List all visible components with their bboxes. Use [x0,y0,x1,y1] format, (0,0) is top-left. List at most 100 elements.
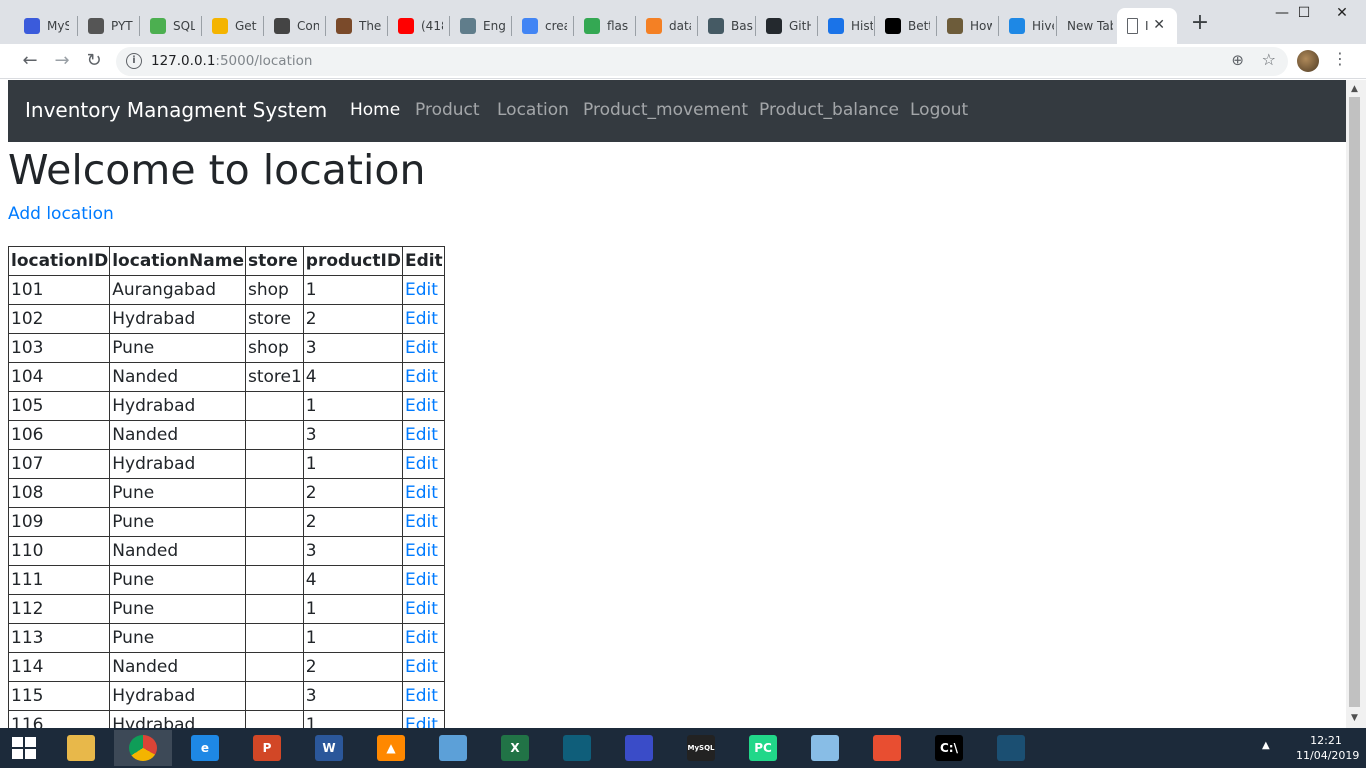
column-header: store [244,246,304,276]
nav-link-product-balance[interactable]: Product_balance [759,100,899,120]
youtube-icon [398,18,414,34]
browser-tab[interactable]: The [326,8,386,44]
forward-button[interactable]: → [49,49,75,75]
windows-start-icon[interactable] [12,737,36,759]
browser-menu-icon[interactable]: ⋮ [1332,49,1348,68]
taskbar-app[interactable]: P [238,730,296,766]
address-bar[interactable]: i 127.0.0.1:5000/location ⊕ ☆ [116,47,1288,76]
edit-link[interactable]: Edit [401,275,445,305]
browser-tab[interactable]: I ✕ [1117,8,1177,44]
browser-tab[interactable]: Hist [818,8,873,44]
taskbar-app[interactable]: X [486,730,544,766]
edit-link[interactable]: Edit [401,333,445,363]
taskbar-app[interactable] [610,730,668,766]
word-icon: W [315,735,343,761]
edit-link[interactable]: Edit [401,623,445,653]
nav-link-logout[interactable]: Logout [910,100,968,120]
taskbar-app[interactable] [424,730,482,766]
tab-separator [573,16,574,36]
edit-link[interactable]: Edit [401,391,445,421]
edit-link[interactable]: Edit [401,420,445,450]
edit-link[interactable]: Edit [401,681,445,711]
taskbar-app[interactable] [796,730,854,766]
nav-link-product[interactable]: Product [415,100,480,120]
taskbar-app[interactable] [982,730,1040,766]
mysql-workbench-icon [997,735,1025,761]
url-text[interactable]: 127.0.0.1:5000/location [151,53,312,69]
taskbar-app[interactable]: e [176,730,234,766]
browser-tab[interactable]: Eng [450,8,510,44]
browser-tab[interactable]: Gett [202,8,262,44]
back-button[interactable]: ← [17,49,43,75]
scroll-up-arrow-icon[interactable]: ▲ [1351,84,1358,94]
browser-tab[interactable]: data [636,8,696,44]
scroll-down-arrow-icon[interactable]: ▼ [1351,713,1358,723]
navbar-brand[interactable]: Inventory Managment System [25,98,327,122]
taskbar: ▲ 12:21 11/04/2019 e P W ▲ X MySQL PC C:\ [0,728,1366,768]
tab-title: Base [731,19,753,33]
scroll-thumb[interactable] [1349,97,1360,707]
browser-tab[interactable]: PYT [78,8,138,44]
site-info-icon[interactable]: i [126,53,142,69]
taskbar-app[interactable]: ▲ [362,730,420,766]
tab-separator [139,16,140,36]
table-cell: Pune [109,623,246,653]
browser-tab[interactable]: (418 [388,8,448,44]
browser-tab[interactable]: flask [574,8,634,44]
edit-link[interactable]: Edit [401,362,445,392]
bookmark-star-icon[interactable]: ☆ [1262,50,1276,69]
browser-tab[interactable]: How [937,8,997,44]
tab-close-icon[interactable]: ✕ [1153,17,1165,33]
edit-link[interactable]: Edit [401,449,445,479]
zoom-icon[interactable]: ⊕ [1231,51,1244,69]
browser-tab[interactable]: SQL [140,8,200,44]
browser-tab[interactable]: crea [512,8,572,44]
edit-link[interactable]: Edit [401,536,445,566]
table-cell [244,710,304,728]
nav-link-location[interactable]: Location [497,100,569,120]
taskbar-app[interactable]: W [300,730,358,766]
browser-tab[interactable]: New Tab [1057,8,1115,44]
taskbar-app[interactable] [114,730,172,766]
table-cell: 1 [302,275,403,305]
taskbar-app[interactable] [52,730,110,766]
page-title: Welcome to location [8,146,426,194]
browser-tab[interactable]: Base [698,8,754,44]
table-cell: 1 [302,710,403,728]
edit-link[interactable]: Edit [401,565,445,595]
add-location-link[interactable]: Add location [8,204,114,224]
tray-expand-icon[interactable]: ▲ [1262,740,1270,751]
edit-link[interactable]: Edit [401,507,445,537]
edit-link[interactable]: Edit [401,304,445,334]
browser-tab[interactable]: Con [264,8,324,44]
taskbar-app[interactable]: MySQL [672,730,730,766]
profile-avatar[interactable] [1297,50,1319,72]
powerpoint-icon: P [253,735,281,761]
system-clock[interactable]: 12:21 11/04/2019 [1296,733,1359,763]
edit-link[interactable]: Edit [401,710,445,728]
tab-separator [201,16,202,36]
table-cell [244,449,304,479]
page-scrollbar[interactable]: ▲ ▼ [1346,80,1366,728]
browser-tab[interactable]: GitH [756,8,816,44]
browser-tab[interactable]: Bett [875,8,935,44]
new-tab-button[interactable]: + [1188,12,1212,36]
nav-link-product-movement[interactable]: Product_movement [583,100,748,120]
browser-tab[interactable]: Hive [999,8,1055,44]
taskbar-app[interactable] [858,730,916,766]
table-cell [244,391,304,421]
edit-link[interactable]: Edit [401,478,445,508]
window-close-button[interactable]: ✕ [1320,0,1364,28]
browser-tab[interactable]: MyS [14,8,74,44]
taskbar-app[interactable] [548,730,606,766]
medium-icon [885,18,901,34]
table-cell: Hydrabad [109,304,246,334]
edit-link[interactable]: Edit [401,594,445,624]
taskbar-app[interactable]: C:\ [920,730,978,766]
taskbar-app[interactable]: PC [734,730,792,766]
reload-button[interactable]: ↻ [81,49,107,75]
nav-link-home[interactable]: Home [350,100,400,120]
table-cell [244,681,304,711]
edit-link[interactable]: Edit [401,652,445,682]
table-cell: 107 [8,449,111,479]
